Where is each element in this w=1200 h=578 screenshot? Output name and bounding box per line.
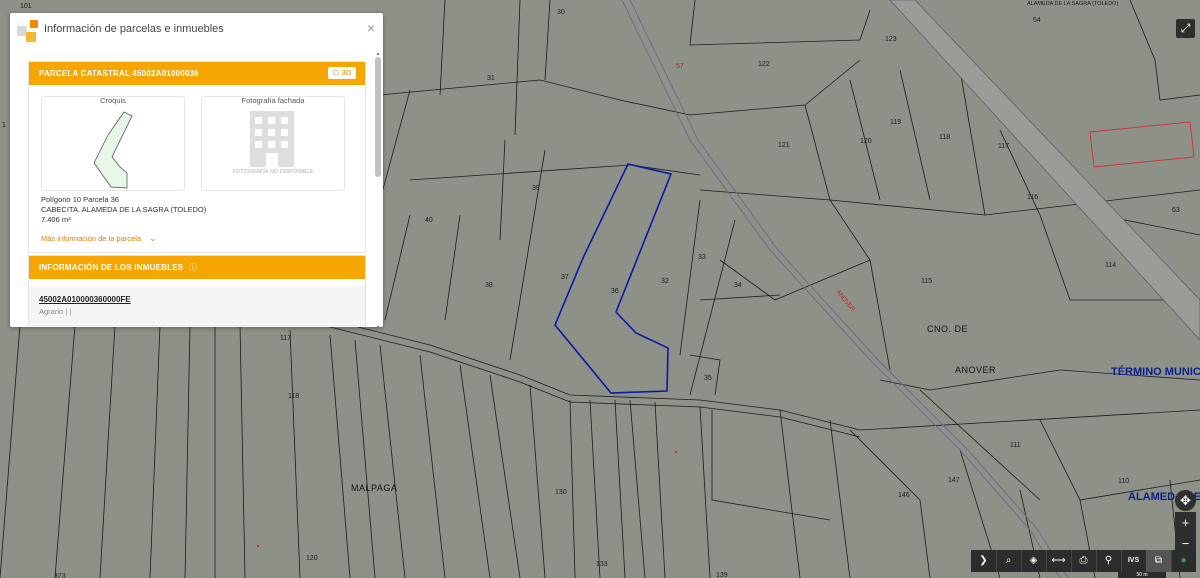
layers-icon[interactable]: ◈ (1021, 550, 1047, 572)
scale-bar: 50 m (1118, 572, 1166, 578)
parcel-label: 139 (716, 572, 728, 578)
croquis-sketch (93, 111, 133, 189)
ivs-button[interactable]: IVS (1121, 550, 1147, 572)
parcel-label: 34 (734, 282, 742, 289)
parcel-label: 38 (485, 282, 493, 289)
parcel-label: 146 (898, 492, 910, 499)
parcel-info: Polígono 10 Parcela 36 CABECITA. ALAMEDA… (41, 195, 206, 225)
measure-icon[interactable]: ⟷ (1046, 550, 1072, 572)
panel-scrollbar[interactable]: ▲ ▼ (375, 51, 381, 327)
uso-label: Agrario (39, 307, 64, 316)
more-info-label: Más información de la parcela (41, 234, 142, 243)
more-info-link[interactable]: Más información de la parcela ⌄ (41, 233, 157, 244)
parcel-header-text: PARCELA CATASTRAL 45002A01000036 (39, 69, 199, 78)
location-text: CABECITA. ALAMEDA DE LA SAGRA (TOLEDO) (41, 205, 207, 214)
inmuebles-header: INFORMACIÓN DE LOS INMUEBLES ⓘ (29, 256, 365, 279)
route-icon[interactable]: ⚲ (1096, 550, 1122, 572)
3d-icon: ⬡ (332, 68, 340, 77)
parcel-card: PARCELA CATASTRAL 45002A01000036 ⬡ 3D Cr… (28, 61, 366, 253)
parcel-label: 130 (555, 489, 567, 496)
parcel-label: 121 (778, 142, 790, 149)
parcel-label: 117 (998, 143, 1009, 150)
parcel-label: 120 (306, 555, 318, 562)
search-icon[interactable]: ⌕ (996, 550, 1022, 572)
uso-separator: | | (65, 307, 72, 316)
foto-unavailable-text: FOTOGRAFÍA NO DISPONIBLE (232, 169, 314, 175)
parcel-label: 57 (676, 63, 684, 70)
cadastre-icon[interactable]: ⧉ (1146, 550, 1172, 572)
fullscreen-icon[interactable]: ⤢ (1176, 19, 1195, 38)
chevron-down-icon: ⌄ (149, 233, 157, 243)
scroll-thumb[interactable] (375, 57, 381, 177)
place-malpaga: MALPAGA (351, 483, 397, 493)
parcel-label: 54 (1033, 17, 1041, 24)
parcel-label: 119 (890, 119, 901, 126)
map-location-header: ALAMEDA DE LA SAGRA (TOLEDO) (1027, 1, 1118, 7)
parcel-label: 120 (860, 138, 872, 145)
inmuebles-header-text: INFORMACIÓN DE LOS INMUEBLES (39, 263, 184, 272)
uso-text: Agrario | | (39, 307, 71, 316)
parcel-label: 114 (1105, 262, 1116, 269)
parcel-label: 33 (698, 254, 706, 261)
parcel-label: 32 (661, 278, 669, 285)
parcel-label: 118 (939, 134, 950, 141)
parcel-header: PARCELA CATASTRAL 45002A01000036 ⬡ 3D (29, 62, 365, 85)
parcel-info-panel: Información de parcelas e inmuebles × ▲ … (10, 13, 383, 327)
parcel-label: 115 (921, 278, 932, 285)
place-cno-de: CNO. DE (927, 324, 968, 334)
parcel-label: 116 (1027, 194, 1038, 201)
info-icon: ⓘ (188, 263, 197, 272)
parcel-label: 1 (2, 122, 6, 129)
croquis-box[interactable]: Croquis (41, 96, 185, 191)
parcel-label: 117 (280, 335, 291, 342)
area-text: 7.406 m² (41, 215, 71, 224)
view-3d-label: 3D (341, 68, 352, 77)
parcel-label: 123 (885, 36, 897, 43)
compass-icon[interactable]: ✥ (1175, 490, 1196, 511)
parcel-label: 147 (948, 477, 960, 484)
parcel-label: 101 (20, 3, 32, 10)
parcel-label: 40 (425, 217, 433, 224)
chevron-right-icon[interactable]: ❯ (971, 550, 997, 572)
marker-dot (256, 544, 260, 548)
parcel-label: 37 (561, 274, 569, 281)
poligono-text: Polígono 10 Parcela 36 (41, 195, 119, 204)
building-icon (250, 111, 294, 167)
scroll-down-icon[interactable]: ▼ (375, 325, 381, 327)
parcel-label: 110 (1118, 478, 1129, 485)
marker-dot (674, 450, 678, 454)
print-icon[interactable]: ⎙ (1071, 550, 1097, 572)
close-icon[interactable]: × (367, 20, 375, 36)
place-anover: ANOVER (955, 365, 996, 375)
termino-municipal-label: TÉRMINO MUNIC (1111, 365, 1200, 378)
foto-fachada-box: Fotografía fachada FOTOGRAFÍA NO DISPONI… (201, 96, 345, 191)
parcel-label: 39 (532, 185, 540, 192)
catastro-logo-icon (17, 20, 39, 42)
view-3d-button[interactable]: ⬡ 3D (328, 67, 356, 79)
parcel-label: 111 (1010, 442, 1021, 449)
parcel-label: 122 (758, 61, 770, 68)
panel-header: Información de parcelas e inmuebles × (10, 13, 383, 49)
panel-title: Información de parcelas e inmuebles (44, 23, 224, 35)
parcel-label: 373 (54, 573, 66, 578)
zoom-in-button[interactable]: + (1175, 512, 1196, 533)
parcel-label: 133 (596, 561, 608, 568)
ref-catastral-link[interactable]: 45002A010000360000FE (39, 295, 131, 304)
parcel-label: 36 (611, 288, 619, 295)
globe-icon[interactable]: ● (1171, 550, 1196, 572)
map-toolbar: ❯ ⌕ ◈ ⟷ ⎙ ⚲ IVS ⧉ ● (971, 550, 1196, 572)
parcel-label: 118 (288, 393, 299, 400)
inmueble-row[interactable] (29, 286, 365, 324)
parcel-label: 35 (704, 375, 712, 382)
parcel-label: 31 (487, 75, 495, 82)
parcel-label: 63 (1172, 207, 1180, 214)
inmuebles-card: INFORMACIÓN DE LOS INMUEBLES ⓘ 45002A010… (28, 255, 366, 326)
parcel-label: 30 (557, 9, 565, 16)
